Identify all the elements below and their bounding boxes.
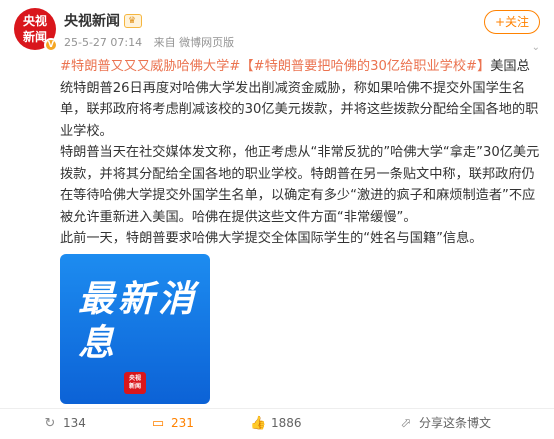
- like-icon: 👍: [250, 416, 267, 431]
- vip-badge-icon[interactable]: [124, 13, 143, 28]
- paragraph-2: 特朗普当天在社交媒体发文称，他正考虑从“非常反犹的”哈佛大学“拿走”30亿美元拨…: [60, 145, 540, 225]
- share-button[interactable]: ⬀ 分享这条博文: [398, 412, 491, 434]
- chevron-down-icon[interactable]: ⌄: [532, 42, 540, 53]
- topic-link-1[interactable]: #特朗普又又又威胁哈佛大学#: [60, 59, 240, 74]
- like-button[interactable]: 👍 1886: [250, 412, 302, 434]
- share-label: 分享这条博文: [419, 416, 492, 430]
- paragraph-3: 此前一天，特朗普要求哈佛大学提交全体国际学生的“姓名与国籍”信息。: [60, 231, 483, 246]
- author-row: 央视新闻: [64, 10, 143, 30]
- repost-button[interactable]: ↻ 134: [42, 412, 86, 434]
- post-header: 央视 新闻 V 央视新闻 25-5-27 07:14 来自 微博网页版 +关注 …: [14, 8, 540, 53]
- image-logo: 央视 新闻: [124, 372, 146, 394]
- share-icon: ⬀: [400, 416, 412, 431]
- repost-icon: ↻: [44, 416, 56, 431]
- author-name[interactable]: 央视新闻: [64, 14, 120, 30]
- like-count: 1886: [271, 416, 302, 430]
- comment-icon: ▭: [151, 416, 165, 431]
- action-bar: ↻ 134 ▭ 231 👍 1886 ⬀ 分享这条博文: [0, 412, 554, 434]
- image-title: 最新消息: [78, 279, 199, 364]
- follow-button[interactable]: +关注: [484, 10, 540, 34]
- comment-count: 231: [171, 416, 194, 430]
- post-image[interactable]: 最新消息 央视 新闻: [60, 254, 210, 404]
- verified-icon: V: [44, 38, 58, 52]
- topic-link-2[interactable]: 【#特朗普要把哈佛的30亿给职业学校#】: [240, 59, 490, 74]
- post-content: #特朗普又又又威胁哈佛大学#【#特朗普要把哈佛的30亿给职业学校#】美国总统特朗…: [60, 56, 540, 250]
- post-time[interactable]: 25-5-27 07:14: [64, 36, 142, 49]
- post-meta: 25-5-27 07:14 来自 微博网页版: [64, 34, 242, 50]
- divider: [0, 408, 554, 409]
- paragraph-1: #特朗普又又又威胁哈佛大学#【#特朗普要把哈佛的30亿给职业学校#】美国总统特朗…: [60, 56, 540, 142]
- post-source: 来自 微博网页版: [153, 36, 235, 49]
- repost-count: 134: [63, 416, 86, 430]
- comment-button[interactable]: ▭ 231: [150, 412, 194, 434]
